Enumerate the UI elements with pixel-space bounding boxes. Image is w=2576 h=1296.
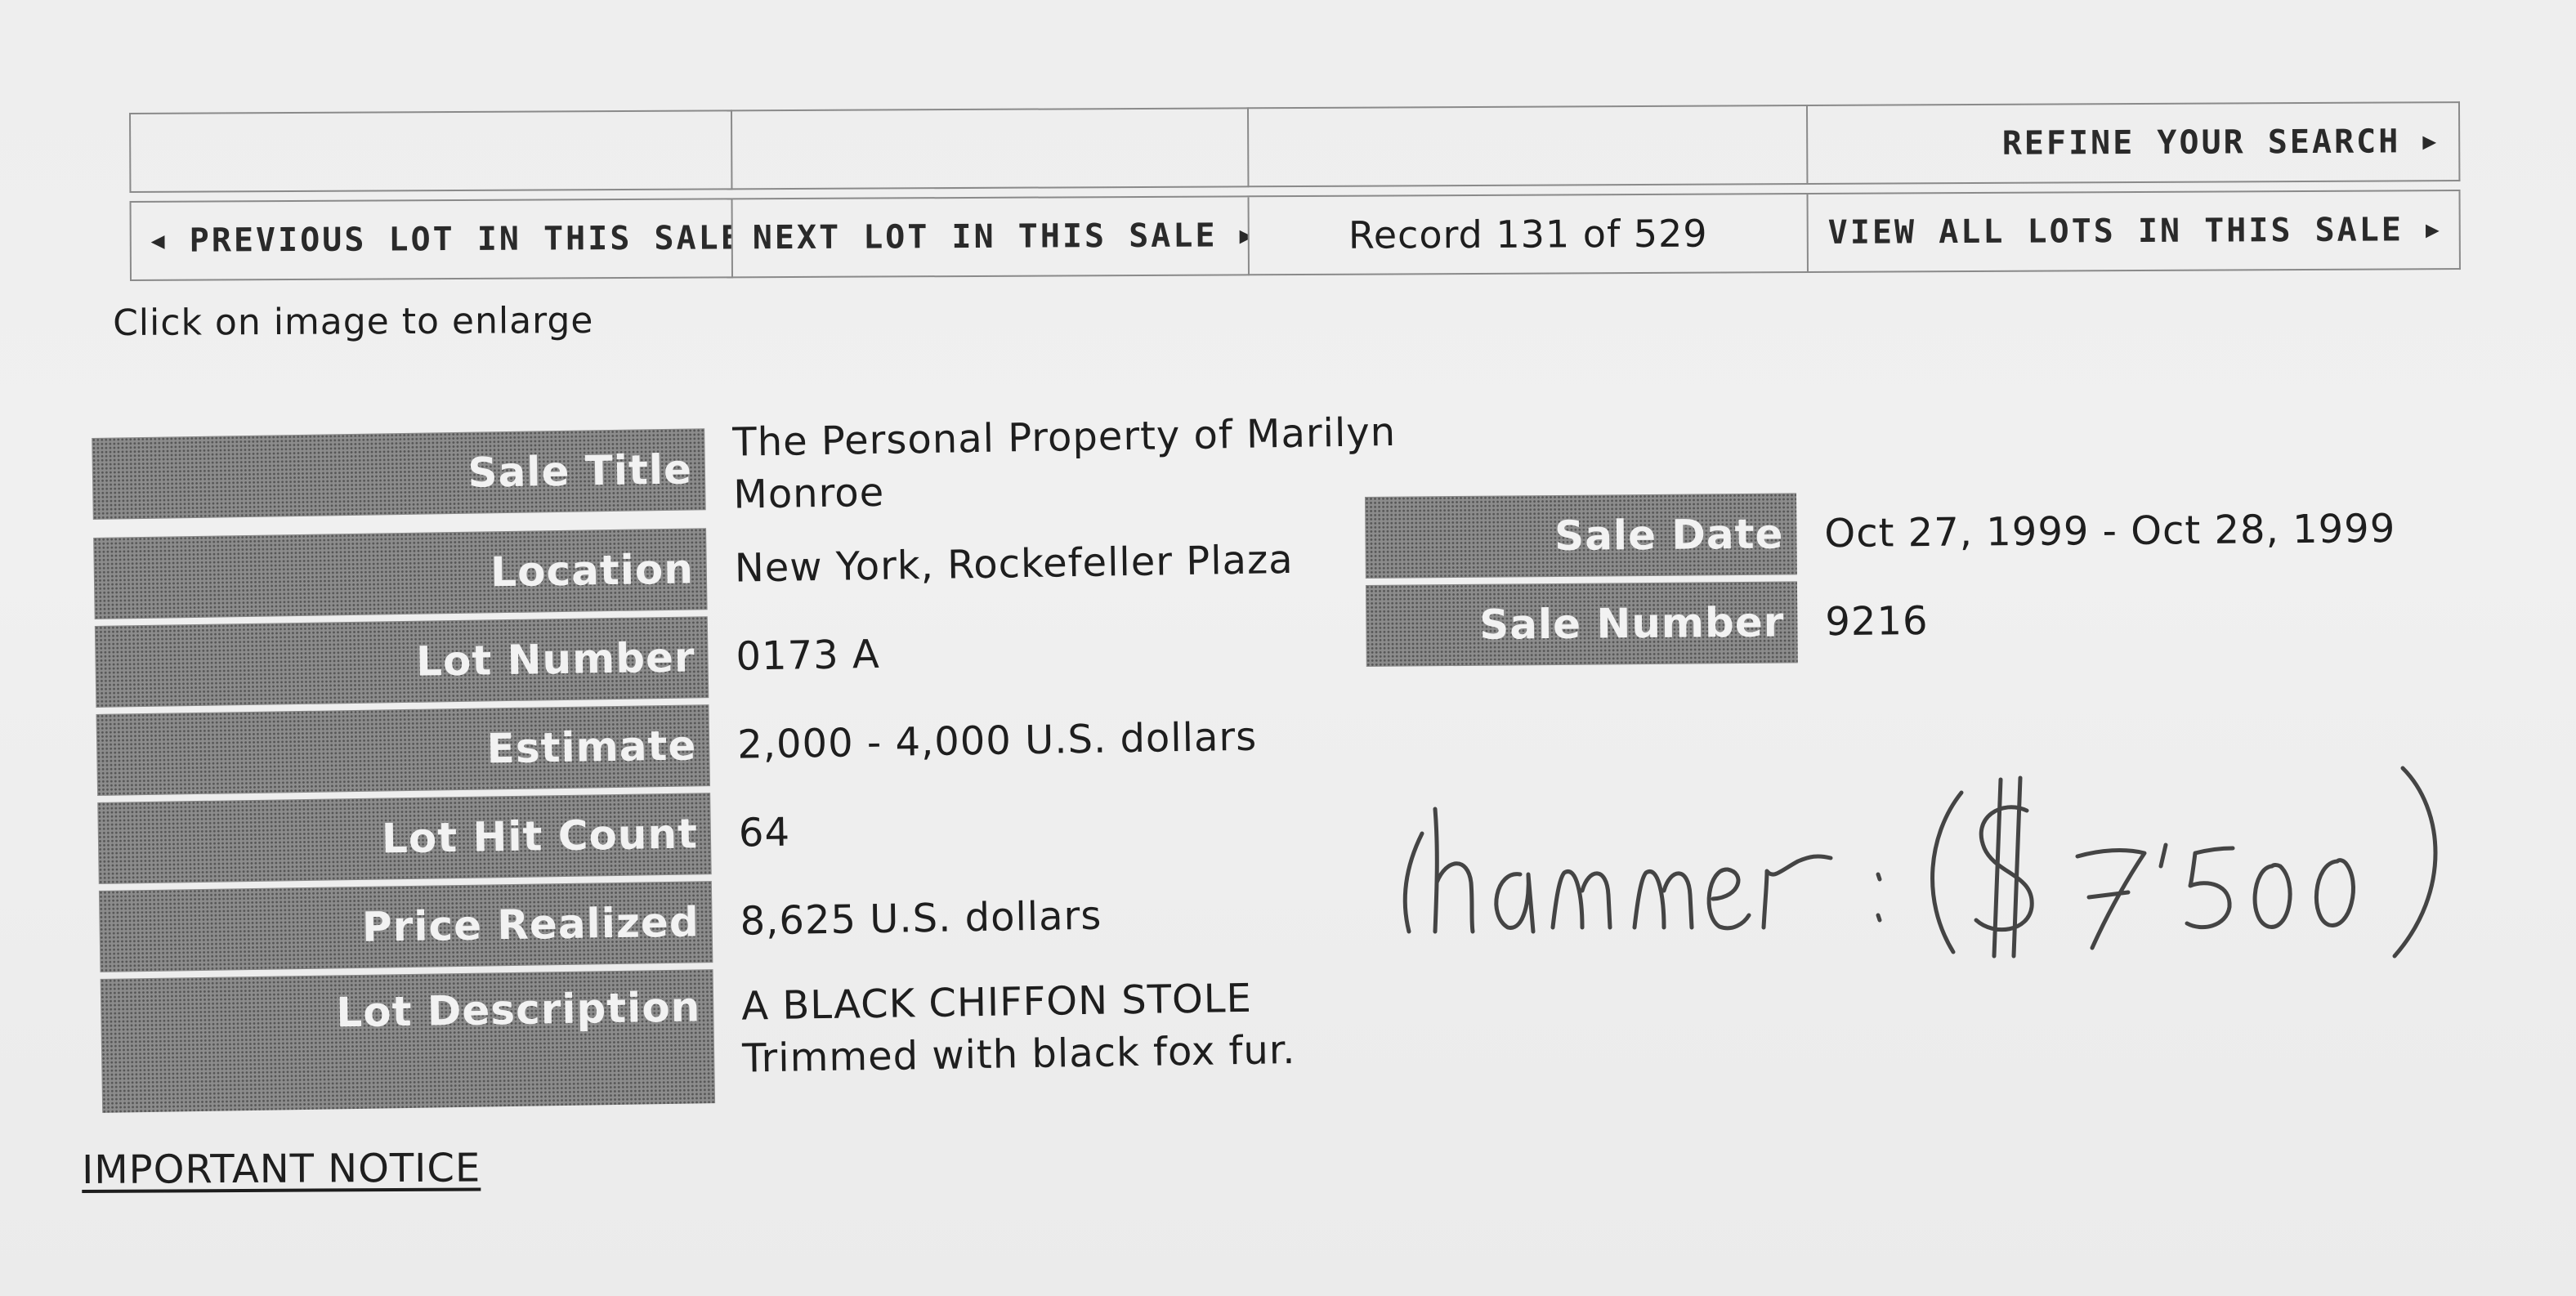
detail-row-hit-count: Lot Hit Count 64 bbox=[97, 782, 1406, 884]
detail-row-sale-date: Sale Date Oct 27, 1999 - Oct 28, 1999 bbox=[1365, 487, 2510, 579]
sale-number-value: 9216 bbox=[1825, 597, 1929, 646]
sale-date-label: Sale Date bbox=[1365, 493, 1797, 579]
document-page: REFINE YOUR SEARCH ▶ ◀ PREVIOUS LOT IN T… bbox=[0, 0, 2576, 1296]
sale-title-label: Sale Title bbox=[92, 428, 706, 520]
arrow-right-icon: ▶ bbox=[1239, 221, 1249, 249]
important-notice-link[interactable]: IMPORTANT NOTICE bbox=[82, 1145, 481, 1193]
refine-search-label: REFINE YOUR SEARCH bbox=[2001, 123, 2401, 163]
record-counter: Record 131 of 529 bbox=[1248, 193, 1808, 275]
arrow-right-icon: ▶ bbox=[2422, 127, 2440, 155]
sale-date-value: Oct 27, 1999 - Oct 28, 1999 bbox=[1824, 505, 2396, 557]
lot-description-text: Trimmed with black fox fur. bbox=[741, 1026, 1296, 1082]
sale-title-value: The Personal Property of Marilyn Monroe bbox=[731, 409, 1397, 518]
lot-details: Sale Title The Personal Property of Mari… bbox=[92, 406, 1410, 1119]
arrow-left-icon: ◀ bbox=[150, 226, 168, 254]
previous-lot-label: PREVIOUS LOT IN THIS SALE bbox=[189, 219, 732, 260]
nav-empty-cell bbox=[130, 110, 732, 192]
detail-row-sale-title: Sale Title The Personal Property of Mari… bbox=[92, 406, 1401, 531]
lot-description-value: A BLACK CHIFFON STOLE Trimmed with black… bbox=[713, 960, 1296, 1085]
sale-number-label: Sale Number bbox=[1365, 581, 1798, 667]
next-lot-button[interactable]: NEXT LOT IN THIS SALE ▶ bbox=[731, 196, 1249, 278]
detail-row-lot-number: Lot Number 0173 A bbox=[94, 606, 1403, 708]
view-all-lots-button[interactable]: VIEW ALL LOTS IN THIS SALE ▶ bbox=[1807, 190, 2460, 272]
view-all-lots-label: VIEW ALL LOTS IN THIS SALE bbox=[1827, 211, 2404, 252]
handwritten-annotation bbox=[1402, 766, 2438, 959]
next-lot-label: NEXT LOT IN THIS SALE bbox=[752, 217, 1218, 257]
estimate-value: 2,000 - 4,000 U.S. dollars bbox=[736, 713, 1258, 768]
previous-lot-button[interactable]: ◀ PREVIOUS LOT IN THIS SALE bbox=[130, 199, 732, 280]
detail-row-estimate: Estimate 2,000 - 4,000 U.S. dollars bbox=[96, 694, 1405, 796]
refine-search-button[interactable]: REFINE YOUR SEARCH ▶ bbox=[1806, 102, 2460, 184]
arrow-right-icon: ▶ bbox=[2425, 216, 2442, 244]
nav-empty-cell bbox=[731, 108, 1249, 190]
lot-number-label: Lot Number bbox=[94, 616, 709, 708]
detail-row-location: Location New York, Rockefeller Plaza bbox=[93, 517, 1402, 619]
nav-empty-cell bbox=[1247, 105, 1808, 187]
lot-description-title: A BLACK CHIFFON STOLE bbox=[740, 975, 1253, 1030]
location-value: New York, Rockefeller Plaza bbox=[734, 536, 1294, 592]
enlarge-hint: Click on image to enlarge bbox=[113, 299, 594, 344]
location-label: Location bbox=[93, 528, 708, 619]
detail-row-price-realized: Price Realized 8,625 U.S. dollars bbox=[98, 870, 1407, 972]
detail-row-sale-number: Sale Number 9216 bbox=[1365, 575, 2511, 667]
price-realized-value: 8,625 U.S. dollars bbox=[740, 892, 1102, 945]
estimate-label: Estimate bbox=[96, 704, 711, 796]
lot-hit-count-label: Lot Hit Count bbox=[97, 793, 712, 884]
lot-hit-count-value: 64 bbox=[738, 809, 791, 856]
detail-row-lot-description: Lot Description A BLACK CHIFFON STOLE Tr… bbox=[100, 959, 1410, 1113]
sale-info: Sale Date Oct 27, 1999 - Oct 28, 1999 Sa… bbox=[1365, 487, 2511, 673]
lot-navigation: REFINE YOUR SEARCH ▶ ◀ PREVIOUS LOT IN T… bbox=[129, 101, 2461, 281]
lot-number-value: 0173 A bbox=[736, 631, 881, 680]
lot-description-label: Lot Description bbox=[100, 969, 716, 1113]
price-realized-label: Price Realized bbox=[98, 881, 713, 972]
